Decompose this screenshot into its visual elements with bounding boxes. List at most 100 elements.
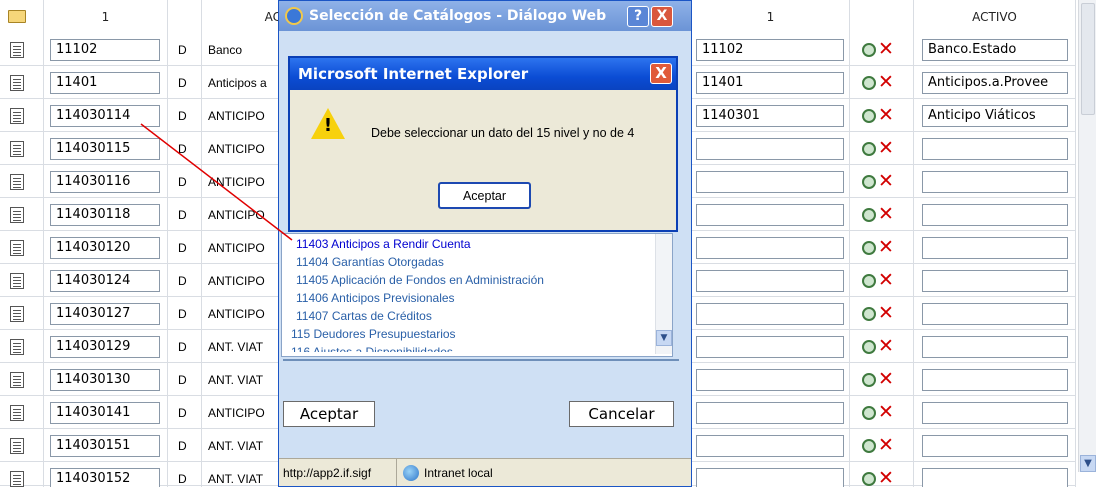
document-icon[interactable] [10,239,24,256]
magnifier-icon[interactable] [862,108,876,123]
document-icon[interactable] [10,107,24,124]
catalog-list-item[interactable]: 116 Ajustes a Disponibilidades [282,343,655,352]
delete-icon[interactable]: ✕ [878,73,894,92]
linked-description-input[interactable] [922,401,1068,424]
help-button[interactable]: ? [627,6,649,27]
linked-code-input[interactable] [696,269,844,292]
delete-icon[interactable]: ✕ [878,238,894,257]
magnifier-icon[interactable] [862,405,876,420]
account-code-input[interactable]: 114030141 [50,401,160,424]
delete-icon[interactable]: ✕ [878,271,894,290]
account-code-input[interactable]: 114030114 [50,104,160,127]
catalog-list-item[interactable]: 11406 Anticipos Previsionales [282,289,655,307]
document-icon[interactable] [10,404,24,421]
delete-icon[interactable]: ✕ [878,436,894,455]
dialog-title-bar[interactable]: Selección de Catálogos - Diálogo Web ? X [279,1,691,31]
linked-code-input[interactable] [696,467,844,487]
delete-icon[interactable]: ✕ [878,403,894,422]
document-icon[interactable] [10,272,24,289]
document-icon[interactable] [10,470,24,487]
linked-description-input[interactable] [922,368,1068,391]
alert-title-bar[interactable]: Microsoft Internet Explorer [290,58,676,90]
magnifier-icon[interactable] [862,372,876,387]
catalog-list-scrollbar[interactable]: ▼ [655,234,672,354]
page-vertical-scrollbar[interactable]: ▼ [1078,0,1096,472]
magnifier-icon[interactable] [862,207,876,222]
delete-icon[interactable]: ✕ [878,172,894,191]
catalog-list-item[interactable]: 11407 Cartas de Créditos [282,307,655,325]
linked-code-input[interactable] [696,170,844,193]
delete-icon[interactable]: ✕ [878,106,894,125]
account-code-input[interactable]: 114030151 [50,434,160,457]
magnifier-icon[interactable] [862,174,876,189]
magnifier-icon[interactable] [862,75,876,90]
account-code-input[interactable]: 11401 [50,71,160,94]
document-icon[interactable] [10,41,24,58]
alert-ok-button[interactable]: Aceptar [438,182,531,209]
magnifier-icon[interactable] [862,240,876,255]
magnifier-icon[interactable] [862,306,876,321]
delete-icon[interactable]: ✕ [878,370,894,389]
linked-code-input[interactable] [696,401,844,424]
linked-description-input[interactable] [922,170,1068,193]
linked-description-input[interactable] [922,335,1068,358]
account-code-input[interactable]: 114030129 [50,335,160,358]
document-icon[interactable] [10,305,24,322]
linked-description-input[interactable] [922,236,1068,259]
delete-icon[interactable]: ✕ [878,469,894,487]
catalog-list[interactable]: 11403 Anticipos a Rendir Cuenta 11404 Gar… [282,234,655,352]
folder-icon[interactable] [8,10,26,23]
account-code-input[interactable]: 114030127 [50,302,160,325]
linked-code-input[interactable] [696,434,844,457]
document-icon[interactable] [10,206,24,223]
document-icon[interactable] [10,338,24,355]
linked-code-input[interactable]: 1140301 [696,104,844,127]
linked-code-input[interactable] [696,137,844,160]
linked-description-input[interactable]: Banco.Estado [922,38,1068,61]
magnifier-icon[interactable] [862,42,876,57]
linked-description-input[interactable] [922,269,1068,292]
account-code-input[interactable]: 114030116 [50,170,160,193]
linked-code-input[interactable] [696,203,844,226]
delete-icon[interactable]: ✕ [878,205,894,224]
delete-icon[interactable]: ✕ [878,304,894,323]
account-code-input[interactable]: 114030115 [50,137,160,160]
document-icon[interactable] [10,437,24,454]
linked-description-input[interactable] [922,434,1068,457]
magnifier-icon[interactable] [862,141,876,156]
linked-code-input[interactable] [696,368,844,391]
catalog-list-item[interactable]: 11405 Aplicación de Fondos en Administra… [282,271,655,289]
account-code-input[interactable]: 11102 [50,38,160,61]
catalog-list-item[interactable]: 115 Deudores Presupuestarios [282,325,655,343]
alert-close-button[interactable]: X [650,63,672,84]
account-code-input[interactable]: 114030120 [50,236,160,259]
document-icon[interactable] [10,140,24,157]
delete-icon[interactable]: ✕ [878,40,894,59]
linked-code-input[interactable]: 11102 [696,38,844,61]
account-code-input[interactable]: 114030118 [50,203,160,226]
linked-description-input[interactable] [922,302,1068,325]
account-code-input[interactable]: 114030124 [50,269,160,292]
dialog-accept-button[interactable]: Aceptar [283,401,375,427]
magnifier-icon[interactable] [862,273,876,288]
delete-icon[interactable]: ✕ [878,139,894,158]
magnifier-icon[interactable] [862,438,876,453]
account-code-input[interactable]: 114030152 [50,467,160,487]
magnifier-icon[interactable] [862,471,876,486]
dialog-close-button[interactable]: X [651,6,673,27]
linked-description-input[interactable]: Anticipo Viáticos [922,104,1068,127]
linked-description-input[interactable] [922,467,1068,487]
scroll-down-arrow-icon[interactable]: ▼ [1080,455,1096,472]
magnifier-icon[interactable] [862,339,876,354]
account-code-input[interactable]: 114030130 [50,368,160,391]
linked-description-input[interactable] [922,137,1068,160]
delete-icon[interactable]: ✕ [878,337,894,356]
document-icon[interactable] [10,371,24,388]
document-icon[interactable] [10,74,24,91]
linked-code-input[interactable] [696,236,844,259]
document-icon[interactable] [10,173,24,190]
linked-code-input[interactable]: 11401 [696,71,844,94]
catalog-list-item[interactable]: 11404 Garantías Otorgadas [282,253,655,271]
catalog-list-item[interactable]: 11403 Anticipos a Rendir Cuenta [282,235,655,253]
linked-code-input[interactable] [696,302,844,325]
